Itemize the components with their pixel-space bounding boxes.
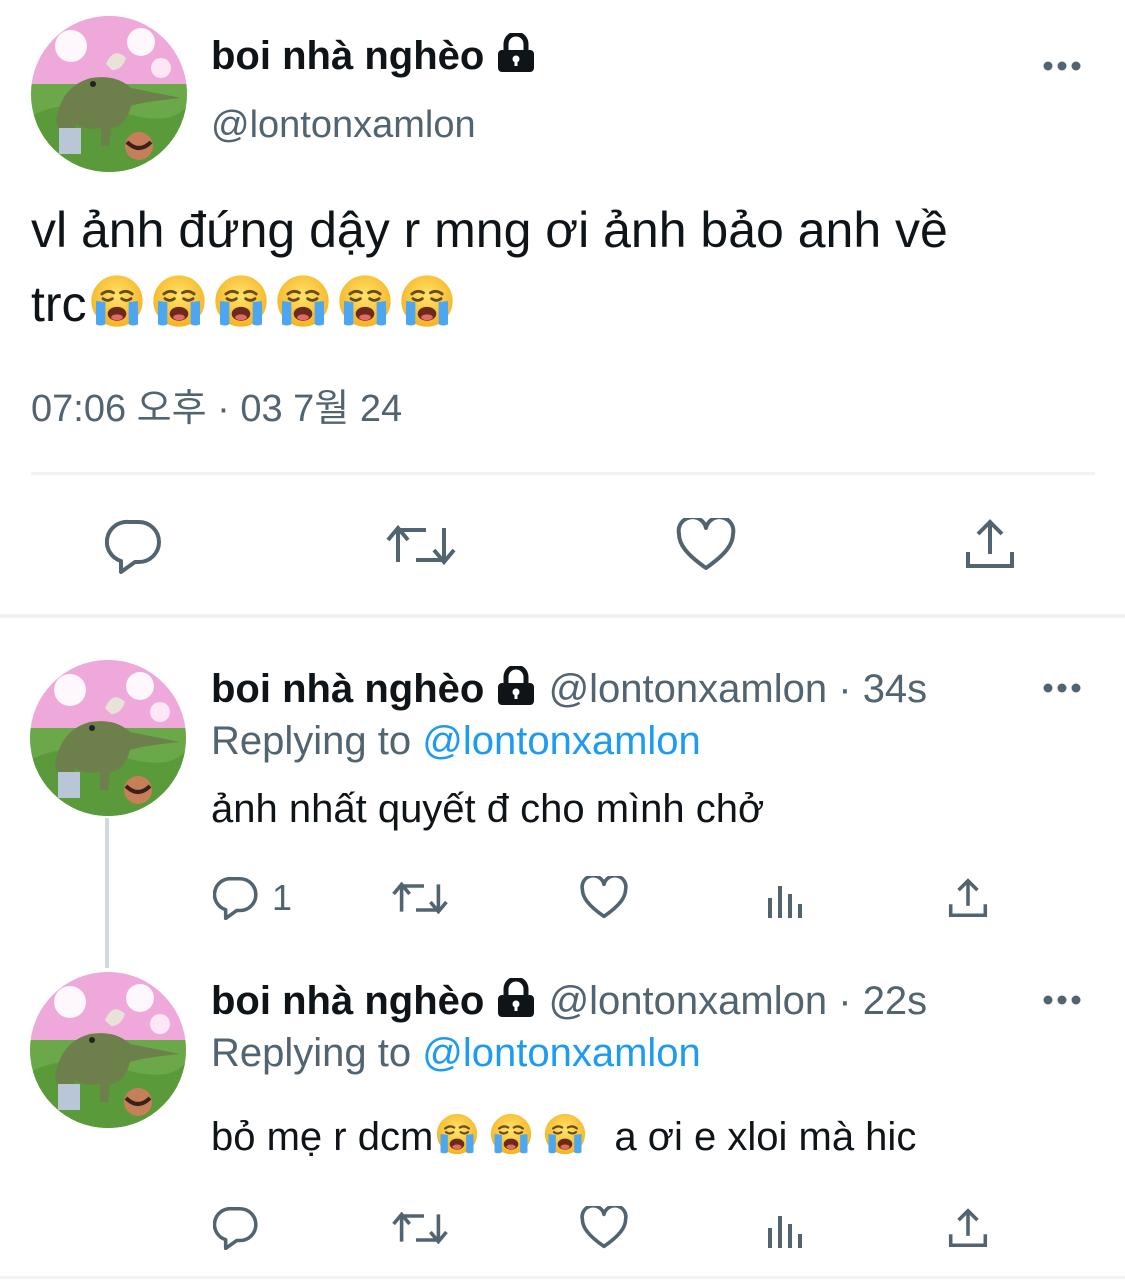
more-options-icon[interactable] — [1042, 680, 1082, 701]
retweet-icon[interactable] — [392, 1206, 448, 1250]
author-name-row[interactable]: boi nhà nghèo — [211, 30, 537, 86]
replying-label: Replying to — [211, 719, 412, 763]
like-icon[interactable] — [580, 1206, 628, 1250]
tweet-text-line2: trc — [31, 276, 87, 332]
reply-text-before: bỏ mẹ r dcm — [211, 1115, 434, 1159]
crying-face-icon — [543, 1112, 587, 1156]
author-avatar[interactable] — [31, 16, 187, 172]
more-options-icon[interactable] — [1042, 992, 1082, 1013]
reply-icon[interactable] — [213, 1204, 259, 1250]
replying-to: Replying to @lontonxamlon — [211, 1030, 701, 1076]
retweet-icon[interactable] — [392, 876, 448, 920]
reply-avatar[interactable] — [30, 660, 186, 816]
reply-avatar[interactable] — [30, 972, 186, 1128]
crying-face-icon — [399, 273, 455, 329]
tweet-text-line1: vl ảnh đứng dậy r mng ơi ảnh bảo anh về — [31, 202, 948, 258]
more-options-icon[interactable] — [1042, 58, 1082, 79]
like-icon[interactable] — [580, 876, 628, 920]
reply-text: ảnh nhất quyết đ cho mình chở — [211, 787, 765, 831]
replying-to: Replying to @lontonxamlon — [211, 718, 701, 764]
replying-to-link[interactable]: @lontonxamlon — [422, 1031, 701, 1075]
crying-face-icon — [89, 273, 145, 329]
reply-count: 1 — [272, 877, 293, 918]
like-icon[interactable] — [676, 518, 736, 572]
tweet-timestamp[interactable]: 07:06 오후 · 03 7월 24 — [31, 386, 402, 432]
lock-icon — [495, 31, 537, 86]
thread-line — [105, 818, 109, 968]
tweet-text: vl ảnh đứng dậy r mng ơi ảnh bảo anh về … — [31, 198, 1101, 336]
share-icon[interactable] — [946, 876, 990, 920]
reply-separator: · — [838, 979, 852, 1023]
reply-text-after: a ơi e xloi mà hic — [614, 1115, 917, 1159]
replying-to-link[interactable]: @lontonxamlon — [422, 719, 701, 763]
bottom-divider — [0, 1276, 1125, 1279]
crying-face-icon — [275, 273, 331, 329]
reply-handle[interactable]: @lontonxamlon — [549, 667, 828, 711]
section-divider — [0, 614, 1125, 618]
retweet-icon[interactable] — [386, 518, 456, 572]
lock-icon — [495, 976, 537, 1028]
reply-author-name[interactable]: boi nhà nghèo — [211, 667, 484, 711]
divider — [31, 472, 1095, 475]
reply-time[interactable]: 34s — [863, 667, 928, 711]
share-icon[interactable] — [946, 1206, 990, 1250]
share-icon[interactable] — [962, 516, 1018, 572]
crying-face-icon — [435, 1112, 479, 1156]
reply-text: bỏ mẹ r dcm a ơi e xloi mà hic — [211, 1112, 916, 1160]
reply-icon[interactable] — [213, 874, 259, 920]
reply-author-name[interactable]: boi nhà nghèo — [211, 979, 484, 1023]
crying-face-icon — [151, 273, 207, 329]
reply-time[interactable]: 22s — [863, 979, 928, 1023]
crying-face-icon — [489, 1112, 533, 1156]
author-handle[interactable]: @lontonxamlon — [211, 102, 476, 148]
replying-label: Replying to — [211, 1031, 412, 1075]
author-name[interactable]: boi nhà nghèo — [211, 34, 484, 78]
reply-header: boi nhà nghèo @lontonxamlon · 22s — [211, 976, 928, 1028]
reply-header: boi nhà nghèo @lontonxamlon · 34s — [211, 664, 928, 716]
reply-separator: · — [838, 667, 852, 711]
lock-icon — [495, 664, 537, 716]
analytics-icon[interactable] — [766, 878, 806, 920]
reply-icon[interactable] — [105, 516, 163, 574]
analytics-icon[interactable] — [766, 1208, 806, 1250]
crying-face-icon — [337, 273, 393, 329]
crying-face-icon — [213, 273, 269, 329]
reply-handle[interactable]: @lontonxamlon — [549, 979, 828, 1023]
